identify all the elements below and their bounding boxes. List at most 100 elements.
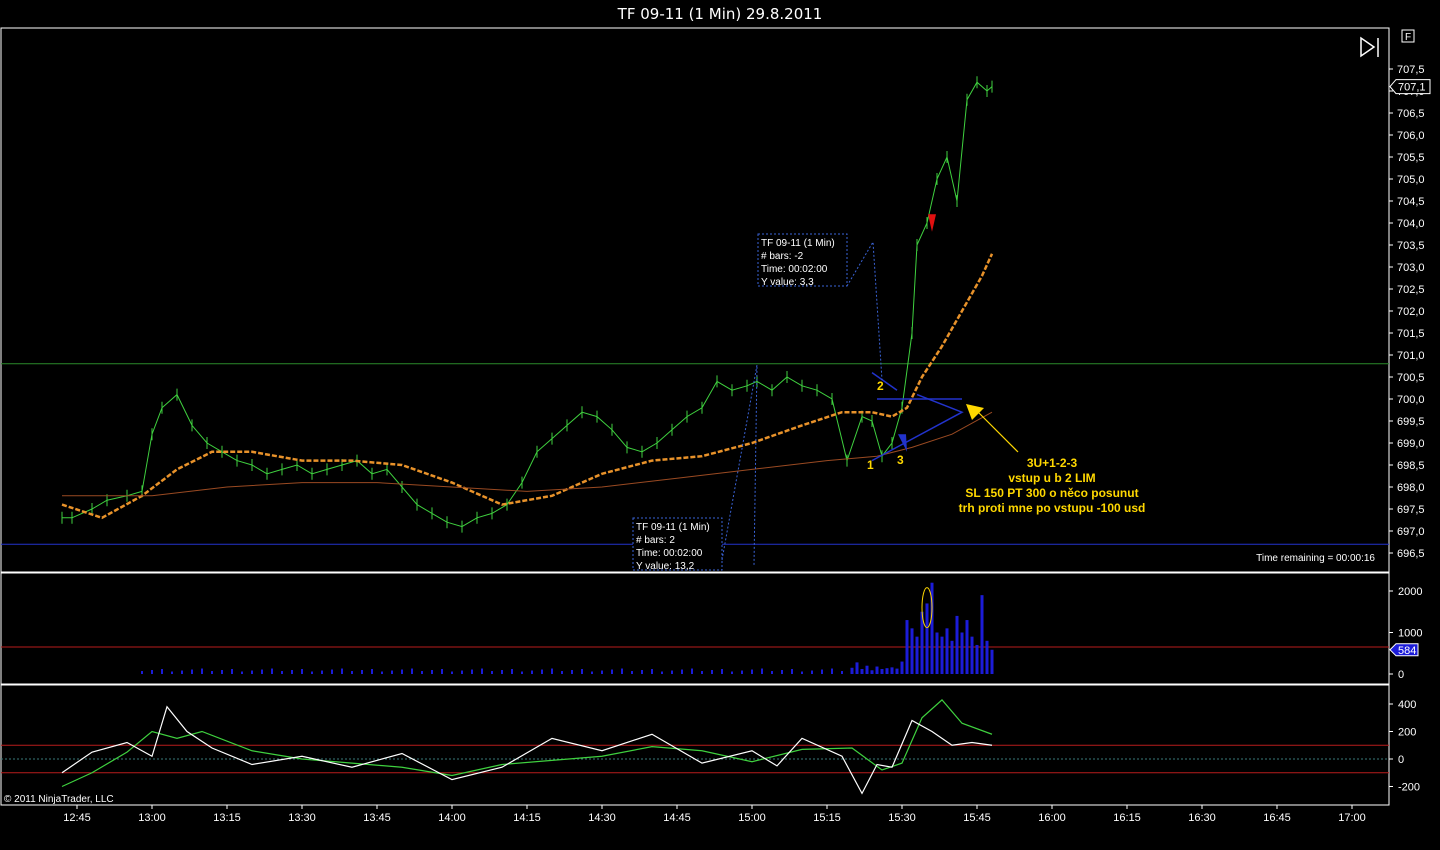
x-tick-label-5: 14:00 — [438, 812, 466, 824]
swing-label-1: 1 — [867, 458, 874, 472]
price-panel[interactable] — [0, 27, 1390, 573]
chart-canvas[interactable]: 707,5707,0706,5706,0705,5705,0704,5704,0… — [0, 0, 1440, 850]
x-tick-label-3: 13:30 — [288, 812, 316, 824]
volume-bar-11 — [905, 620, 909, 674]
volume-bar-13 — [915, 636, 919, 674]
price-y-tick-label-15: 700,0 — [1397, 394, 1425, 406]
x-tick-label-1: 13:00 — [138, 812, 166, 824]
volume-bar-20 — [950, 640, 954, 674]
volume-bar-9 — [895, 668, 899, 674]
info-box-2-line-1: TF 09-11 (1 Min) — [636, 522, 710, 533]
x-tick-label-14: 16:15 — [1113, 812, 1141, 824]
volume-bar-2 — [860, 669, 864, 674]
volume-bar-7 — [885, 668, 889, 674]
osc-y-tick-label-2: 0 — [1398, 754, 1404, 766]
volume-bar-23 — [965, 620, 969, 674]
price-y-tick-label-3: 706,0 — [1397, 130, 1425, 142]
x-tick-label-13: 16:00 — [1038, 812, 1066, 824]
volume-bar-26 — [980, 595, 984, 674]
volume-bar-15 — [925, 603, 929, 674]
x-tick-label-6: 14:15 — [513, 812, 541, 824]
last-price-label: 707,1 — [1398, 82, 1426, 94]
volume-bar-4 — [870, 670, 874, 674]
volume-bar-5 — [875, 666, 879, 674]
volume-bar-25 — [975, 644, 979, 674]
price-y-tick-label-13: 701,0 — [1397, 350, 1425, 362]
info-box-2[interactable]: TF 09-11 (1 Min) # bars: 2 Time: 00:02:0… — [632, 517, 723, 572]
x-tick-label-2: 13:15 — [213, 812, 241, 824]
info-box-2-line-3: Time: 00:02:00 — [636, 548, 703, 559]
time-remaining: Time remaining = 00:00:16 — [1256, 553, 1375, 564]
volume-bar-1 — [855, 662, 859, 674]
x-tick-label-10: 15:15 — [813, 812, 841, 824]
volume-bar-12 — [910, 628, 914, 674]
info-box-1-line-1: TF 09-11 (1 Min) — [761, 238, 835, 249]
x-tick-label-0: 12:45 — [63, 812, 91, 824]
info-box-2-line-2: # bars: 2 — [636, 535, 675, 546]
swing-label-3: 3 — [897, 453, 904, 467]
volume-bar-19 — [945, 628, 949, 674]
x-tick-label-12: 15:45 — [963, 812, 991, 824]
f-button[interactable]: F — [1401, 29, 1415, 43]
volume-panel[interactable] — [0, 572, 1390, 685]
volume-bar-8 — [890, 667, 894, 674]
price-y-tick-label-9: 703,0 — [1397, 262, 1425, 274]
info-box-1[interactable]: TF 09-11 (1 Min) # bars: -2 Time: 00:02:… — [757, 233, 848, 288]
trade-note-line-3: SL 150 PT 300 o něco posunut — [965, 486, 1138, 500]
x-tick-label-16: 16:45 — [1263, 812, 1291, 824]
volume-bar-6 — [880, 669, 884, 674]
swing-label-2: 2 — [877, 379, 884, 393]
osc-y-tick-label-0: 400 — [1398, 699, 1416, 711]
x-tick-label-15: 16:30 — [1188, 812, 1216, 824]
x-tick-label-4: 13:45 — [363, 812, 391, 824]
price-y-tick-label-5: 705,0 — [1397, 174, 1425, 186]
trade-note-line-4: trh proti mne po vstupu -100 usd — [959, 501, 1146, 515]
volume-bar-3 — [865, 665, 869, 674]
price-y-tick-label-14: 700,5 — [1397, 372, 1425, 384]
price-y-tick-label-19: 698,0 — [1397, 482, 1425, 494]
price-y-tick-label-2: 706,5 — [1397, 108, 1425, 120]
info-box-2-line-4: Y value: 13,2 — [636, 561, 695, 572]
volume-y-tick-label-1: 1000 — [1398, 628, 1422, 640]
info-box-1-line-2: # bars: -2 — [761, 251, 804, 262]
x-tick-label-11: 15:30 — [888, 812, 916, 824]
price-y-tick-label-18: 698,5 — [1397, 460, 1425, 472]
price-y-tick-label-8: 703,5 — [1397, 240, 1425, 252]
price-y-tick-label-4: 705,5 — [1397, 152, 1425, 164]
price-y-tick-label-20: 697,5 — [1397, 504, 1425, 516]
volume-bar-28 — [990, 649, 994, 674]
trade-note-line-1: 3U+1-2-3 — [1027, 456, 1078, 470]
price-y-tick-label-0: 707,5 — [1397, 64, 1425, 76]
price-y-tick-label-21: 697,0 — [1397, 526, 1425, 538]
volume-bar-18 — [940, 636, 944, 674]
trade-note-line-2: vstup u b 2 LIM — [1008, 471, 1095, 485]
volume-last-label: 584 — [1398, 645, 1416, 657]
x-tick-label-7: 14:30 — [588, 812, 616, 824]
osc-y-tick-label-3: -200 — [1398, 782, 1420, 794]
price-y-tick-label-11: 702,0 — [1397, 306, 1425, 318]
x-tick-label-9: 15:00 — [738, 812, 766, 824]
f-button-label: F — [1405, 32, 1411, 43]
volume-y-tick-label-2: 0 — [1398, 669, 1404, 681]
volume-bar-0 — [850, 667, 854, 674]
info-box-1-line-4: Y value: 3,3 — [761, 277, 814, 288]
price-y-tick-label-17: 699,0 — [1397, 438, 1425, 450]
volume-bar-21 — [955, 615, 959, 674]
price-y-tick-label-16: 699,5 — [1397, 416, 1425, 428]
price-y-tick-label-7: 704,0 — [1397, 218, 1425, 230]
x-tick-label-8: 14:45 — [663, 812, 691, 824]
volume-bar-27 — [985, 640, 989, 674]
volume-bar-10 — [900, 661, 904, 674]
x-tick-label-17: 17:00 — [1338, 812, 1366, 824]
price-y-tick-label-6: 704,5 — [1397, 196, 1425, 208]
volume-bar-24 — [970, 636, 974, 674]
info-box-1-line-3: Time: 00:02:00 — [761, 264, 828, 275]
volume-bar-22 — [960, 632, 964, 674]
price-y-tick-label-10: 702,5 — [1397, 284, 1425, 296]
price-y-tick-label-22: 696,5 — [1397, 548, 1425, 560]
price-y-tick-label-12: 701,5 — [1397, 328, 1425, 340]
volume-y-tick-label-0: 2000 — [1398, 586, 1422, 598]
osc-y-tick-label-1: 200 — [1398, 727, 1416, 739]
copyright: © 2011 NinjaTrader, LLC — [4, 794, 114, 805]
volume-bar-17 — [935, 632, 939, 674]
